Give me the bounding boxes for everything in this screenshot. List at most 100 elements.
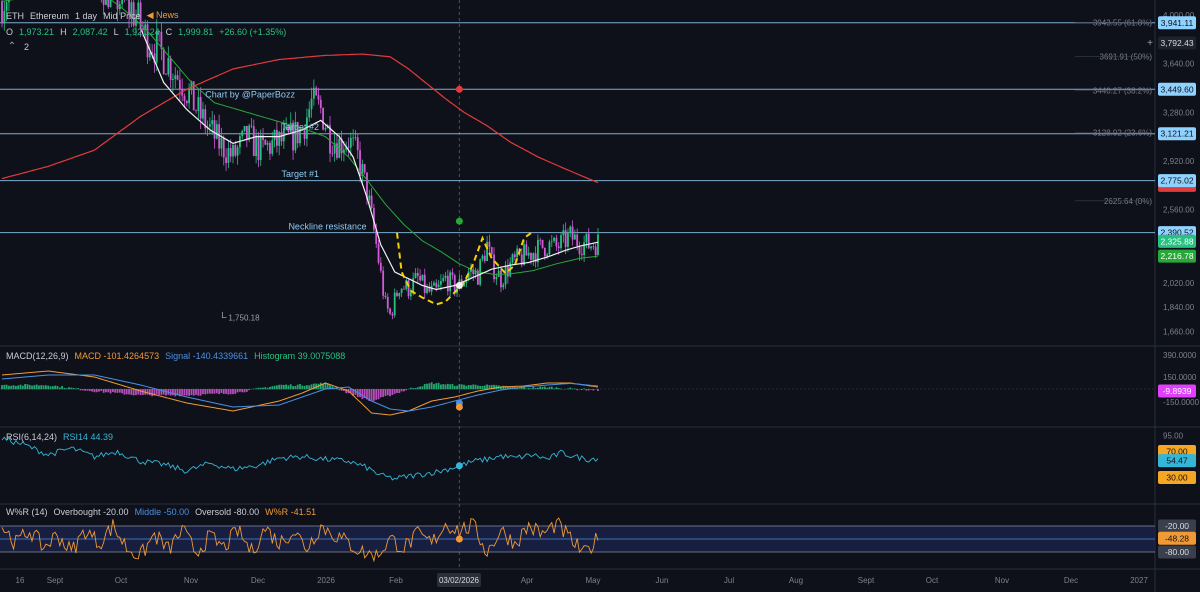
candle-body xyxy=(476,270,479,285)
candle-body xyxy=(483,255,486,262)
candle-body xyxy=(174,75,177,79)
wr-80-tag-text: -80.00 xyxy=(1165,547,1189,557)
candle-body xyxy=(218,124,221,149)
macd-title[interactable]: MACD(12,26,9) xyxy=(6,351,69,361)
candle-body xyxy=(269,143,271,154)
candle-body xyxy=(400,288,403,293)
macd-histogram-bar xyxy=(40,385,43,390)
rsi-legend: RSI(6,14,24) RSI14 44.39 xyxy=(6,432,113,442)
candle-body xyxy=(162,48,165,74)
news-button[interactable]: ◀ News xyxy=(147,10,179,21)
candle-body xyxy=(573,234,576,240)
fib-level-label: 3943.55 (61.8%) xyxy=(1093,18,1152,27)
macd-histogram-bar xyxy=(232,389,234,395)
macd-histogram-bar xyxy=(229,389,232,395)
candle-body xyxy=(502,284,505,288)
wr-last-tag-text: -48.28 xyxy=(1165,533,1189,543)
chevron-up-icon[interactable]: ⌃ xyxy=(6,41,18,53)
candle-body xyxy=(241,130,244,137)
open-label: O xyxy=(6,27,14,37)
overbought-value: Overbought -20.00 xyxy=(53,507,129,517)
rsi-last-tag: 54.47 xyxy=(1158,454,1196,468)
macd-histogram-bar xyxy=(440,384,442,390)
macd-histogram-bar xyxy=(98,389,100,392)
candle-body xyxy=(377,243,380,263)
macd-histogram-bar xyxy=(416,387,419,390)
macd-histogram-bar xyxy=(583,388,586,390)
macd-histogram-bar xyxy=(26,384,29,390)
macd-histogram-bar xyxy=(373,389,375,401)
macd-histogram-bar xyxy=(474,384,477,390)
oversold-value: Oversold -80.00 xyxy=(195,507,260,517)
candle-body xyxy=(243,125,246,131)
candle-body xyxy=(539,239,542,241)
macd-histogram-bar xyxy=(17,385,20,390)
green-ma-price-tag-text: 2,216.78 xyxy=(1160,251,1193,261)
candle-body xyxy=(271,140,274,154)
macd-histogram-bar xyxy=(243,389,246,393)
macd-histogram-bar xyxy=(442,384,445,390)
candle-body xyxy=(592,246,595,248)
macd-histogram-bar xyxy=(287,385,290,390)
macd-histogram-bar xyxy=(361,389,364,400)
macd-histogram-bar xyxy=(527,388,530,390)
x-axis-label: Nov xyxy=(995,576,1009,585)
candle-body xyxy=(176,75,179,80)
macd-histogram-bar xyxy=(525,388,528,390)
candle-body xyxy=(490,247,493,255)
macd-histogram-bar xyxy=(248,389,251,391)
chart-annotation: Chart by @PaperBozz xyxy=(205,89,295,99)
candle-body xyxy=(560,235,562,249)
macd-histogram-bar xyxy=(105,389,107,393)
x-axis-label: Feb xyxy=(389,576,403,585)
price-tick-label: 2,560.00 xyxy=(1163,206,1195,215)
macd-histogram-bar xyxy=(273,385,276,390)
interval-label[interactable]: 1 day xyxy=(75,11,97,21)
macd-histogram-bar xyxy=(578,389,581,390)
red-ma-marker xyxy=(455,85,463,93)
candle-body xyxy=(379,262,382,271)
macd-histogram-bar xyxy=(294,385,297,390)
candle-body xyxy=(386,296,389,309)
macd-histogram-bar xyxy=(437,382,440,390)
macd-histogram-bar xyxy=(319,382,322,390)
candle-body xyxy=(266,143,269,145)
macd-histogram-bar xyxy=(571,388,574,390)
symbol-name: Ethereum xyxy=(30,10,70,21)
macd-histogram-bar xyxy=(280,384,283,390)
price-type-label[interactable]: Mid Price xyxy=(103,11,141,21)
candle-body xyxy=(312,87,315,99)
rsi-title[interactable]: RSI(6,14,24) xyxy=(6,432,57,442)
candle-body xyxy=(449,272,452,292)
candle-body xyxy=(356,137,359,151)
macd-histogram-bar xyxy=(553,388,555,390)
candle-body xyxy=(105,0,107,5)
symbol-label[interactable]: ETH xyxy=(6,11,24,21)
x-axis-label: 2027 xyxy=(1130,576,1148,585)
macd-histogram-bar xyxy=(537,387,539,390)
macd-histogram-bar xyxy=(467,384,470,390)
candle-body xyxy=(183,95,186,101)
candle-body xyxy=(209,124,211,127)
candle-body xyxy=(495,277,498,280)
candle-body xyxy=(481,255,484,260)
chart-canvas[interactable]: 3943.55 (61.8%) 3691.91 (50%) 3440.27 (38.… xyxy=(0,0,1200,592)
candle-body xyxy=(500,270,502,288)
macd-histogram-bar xyxy=(181,389,184,396)
wr-title[interactable]: W%R (14) xyxy=(6,507,48,517)
macd-histogram-bar xyxy=(70,387,73,390)
macd-histogram-bar xyxy=(1,385,3,390)
macd-histogram-bar xyxy=(518,388,521,390)
indicator-toggle[interactable]: ⌃ 2 xyxy=(6,41,29,53)
high-value: 2,087.42 xyxy=(72,27,108,37)
macd-histogram-bar xyxy=(174,389,177,397)
macd-histogram-bar xyxy=(195,389,197,395)
macd-histogram-bar xyxy=(308,385,311,390)
histogram-value: Histogram 39.0075088 xyxy=(254,351,346,361)
macd-histogram-bar xyxy=(215,389,218,394)
macd-histogram-bar xyxy=(470,385,472,390)
macd-histogram-bar xyxy=(139,389,142,396)
macd-histogram-bar xyxy=(377,389,380,400)
macd-histogram-bar xyxy=(118,389,121,393)
macd-histogram-bar xyxy=(192,389,195,396)
